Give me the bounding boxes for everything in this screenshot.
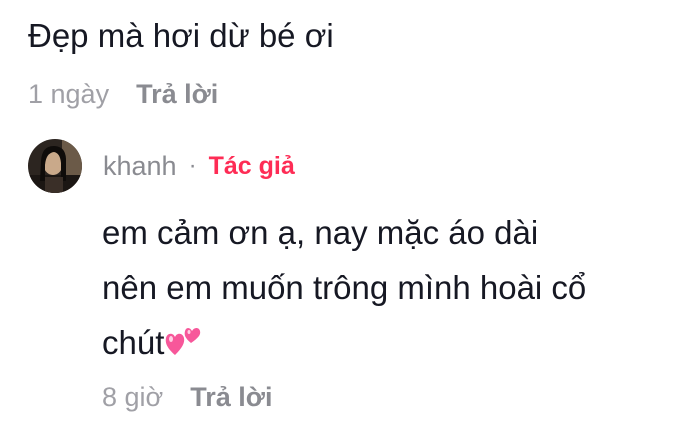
username[interactable]: khanh <box>103 151 177 182</box>
reply-text: em cảm ơn ạ, nay mặc áo dài nên em muốn … <box>102 205 682 370</box>
avatar-image <box>28 139 82 193</box>
avatar[interactable] <box>28 139 82 193</box>
comment-meta: 1 ngày Trả lời <box>28 74 218 114</box>
comment-text: Đẹp mà hơi dừ bé ơi <box>28 17 334 54</box>
reply-header: khanh · Tác giả <box>103 146 295 186</box>
reply-button[interactable]: Trả lời <box>190 382 272 413</box>
comment-thread: Đẹp mà hơi dừ bé ơi 1 ngày Trả lời khanh… <box>0 0 700 431</box>
author-badge: Tác giả <box>208 151 295 180</box>
comment-time: 1 ngày <box>28 78 110 109</box>
reply-button[interactable]: Trả lời <box>136 79 218 110</box>
reply-line: em cảm ơn ạ, nay mặc áo dài <box>102 214 539 251</box>
two-hearts-icon <box>164 319 204 355</box>
reply-line-text: chút <box>102 324 165 361</box>
reply-time: 8 giờ <box>102 381 164 412</box>
reply-line: nên em muốn trông mình hoài cổ <box>102 269 587 306</box>
reply-meta: 8 giờ Trả lời <box>102 376 272 418</box>
reply-line: chút <box>102 315 682 370</box>
separator-dot: · <box>188 152 197 179</box>
